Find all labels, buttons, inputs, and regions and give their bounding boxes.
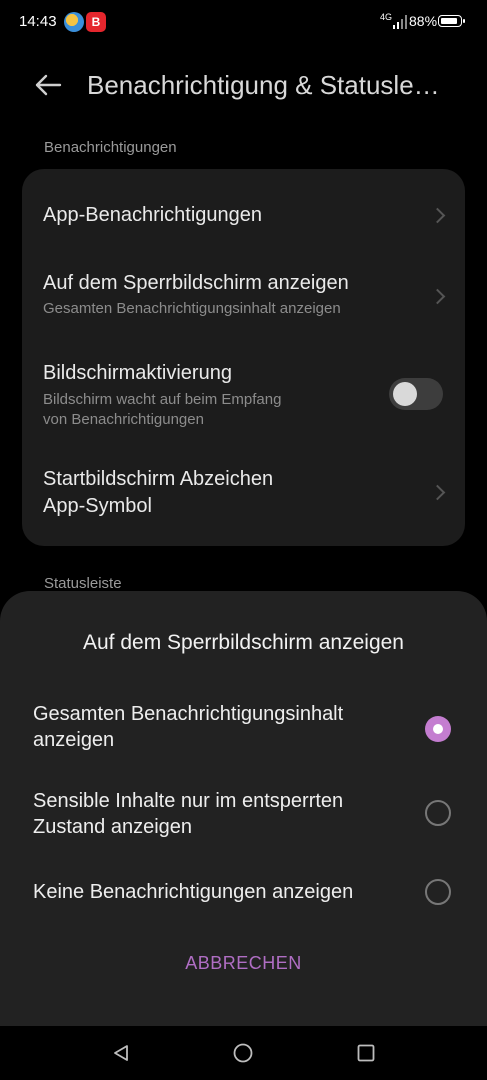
network-type: 4G xyxy=(380,12,393,22)
battery-icon xyxy=(438,15,465,27)
radio-unselected[interactable] xyxy=(425,879,451,905)
section-label-notifications: Benachrichtigungen xyxy=(44,139,177,156)
arrow-left-icon[interactable] xyxy=(33,70,63,100)
lockscreen-options-sheet: Auf dem Sperrbildschirm anzeigen Gesamte… xyxy=(0,591,487,1026)
signal-icon xyxy=(393,15,407,29)
option-label-line1: Gesamten Benachrichtigungsinhalt xyxy=(33,703,344,725)
cancel-button[interactable]: ABBRECHEN xyxy=(0,953,487,974)
option-label: Keine Benachrichtigungen anzeigen xyxy=(33,881,354,903)
setting-title-line2: App-Symbol xyxy=(43,495,152,517)
setting-subtitle: Gesamten Benachrichtigungsinhalt anzeige… xyxy=(43,300,341,317)
option-label-line2: Zustand anzeigen xyxy=(33,816,193,838)
setting-screen-wake[interactable]: Bildschirmaktivierung Bildschirm wacht a… xyxy=(22,354,465,439)
status-bar: 14:43 B 4G 88% xyxy=(0,0,487,44)
home-circle-icon[interactable] xyxy=(233,1043,253,1063)
weather-icon xyxy=(64,12,84,32)
option-sensitive-unlocked[interactable]: Sensible Inhalte nur im entsperrten Zust… xyxy=(0,788,487,848)
option-label-line2: anzeigen xyxy=(33,729,115,751)
setting-subtitle-line2: von Benachrichtigungen xyxy=(43,411,204,428)
radio-selected[interactable] xyxy=(425,716,451,742)
setting-title: Bildschirmaktivierung xyxy=(43,362,232,384)
navigation-bar xyxy=(0,1026,487,1080)
section-label-statusbar: Statusleiste xyxy=(44,575,122,592)
chevron-right-icon xyxy=(429,484,446,501)
status-time: 14:43 xyxy=(19,13,57,30)
setting-lockscreen[interactable]: Auf dem Sperrbildschirm anzeigen Gesamte… xyxy=(22,261,465,341)
option-label-line1: Sensible Inhalte nur im entsperrten xyxy=(33,790,344,812)
setting-title: Auf dem Sperrbildschirm anzeigen xyxy=(43,272,349,294)
setting-title: App-Benachrichtigungen xyxy=(43,204,263,226)
notification-settings-card: App-Benachrichtigungen Auf dem Sperrbild… xyxy=(22,169,465,546)
setting-subtitle-line1: Bildschirm wacht auf beim Empfang xyxy=(43,391,282,408)
page-header: Benachrichtigung & Statusle… xyxy=(0,56,487,116)
option-no-notifications[interactable]: Keine Benachrichtigungen anzeigen xyxy=(0,879,487,909)
recents-square-icon[interactable] xyxy=(356,1043,376,1063)
chevron-right-icon xyxy=(429,207,446,224)
page-title: Benachrichtigung & Statusle… xyxy=(87,70,440,100)
option-full-content[interactable]: Gesamten Benachrichtigungsinhalt anzeige… xyxy=(0,701,487,761)
setting-app-notifications[interactable]: App-Benachrichtigungen xyxy=(22,169,465,261)
screen-wake-toggle[interactable] xyxy=(389,378,443,410)
b-app-icon: B xyxy=(86,12,106,32)
back-triangle-icon[interactable] xyxy=(111,1043,131,1063)
setting-home-badge[interactable]: Startbildschirm Abzeichen App-Symbol xyxy=(22,459,465,539)
setting-title-line1: Startbildschirm Abzeichen xyxy=(43,468,274,490)
toggle-knob xyxy=(393,382,417,406)
battery-percent: 88% xyxy=(409,13,438,29)
radio-unselected[interactable] xyxy=(425,800,451,826)
chevron-right-icon xyxy=(429,288,446,305)
sheet-title: Auf dem Sperrbildschirm anzeigen xyxy=(83,631,404,654)
